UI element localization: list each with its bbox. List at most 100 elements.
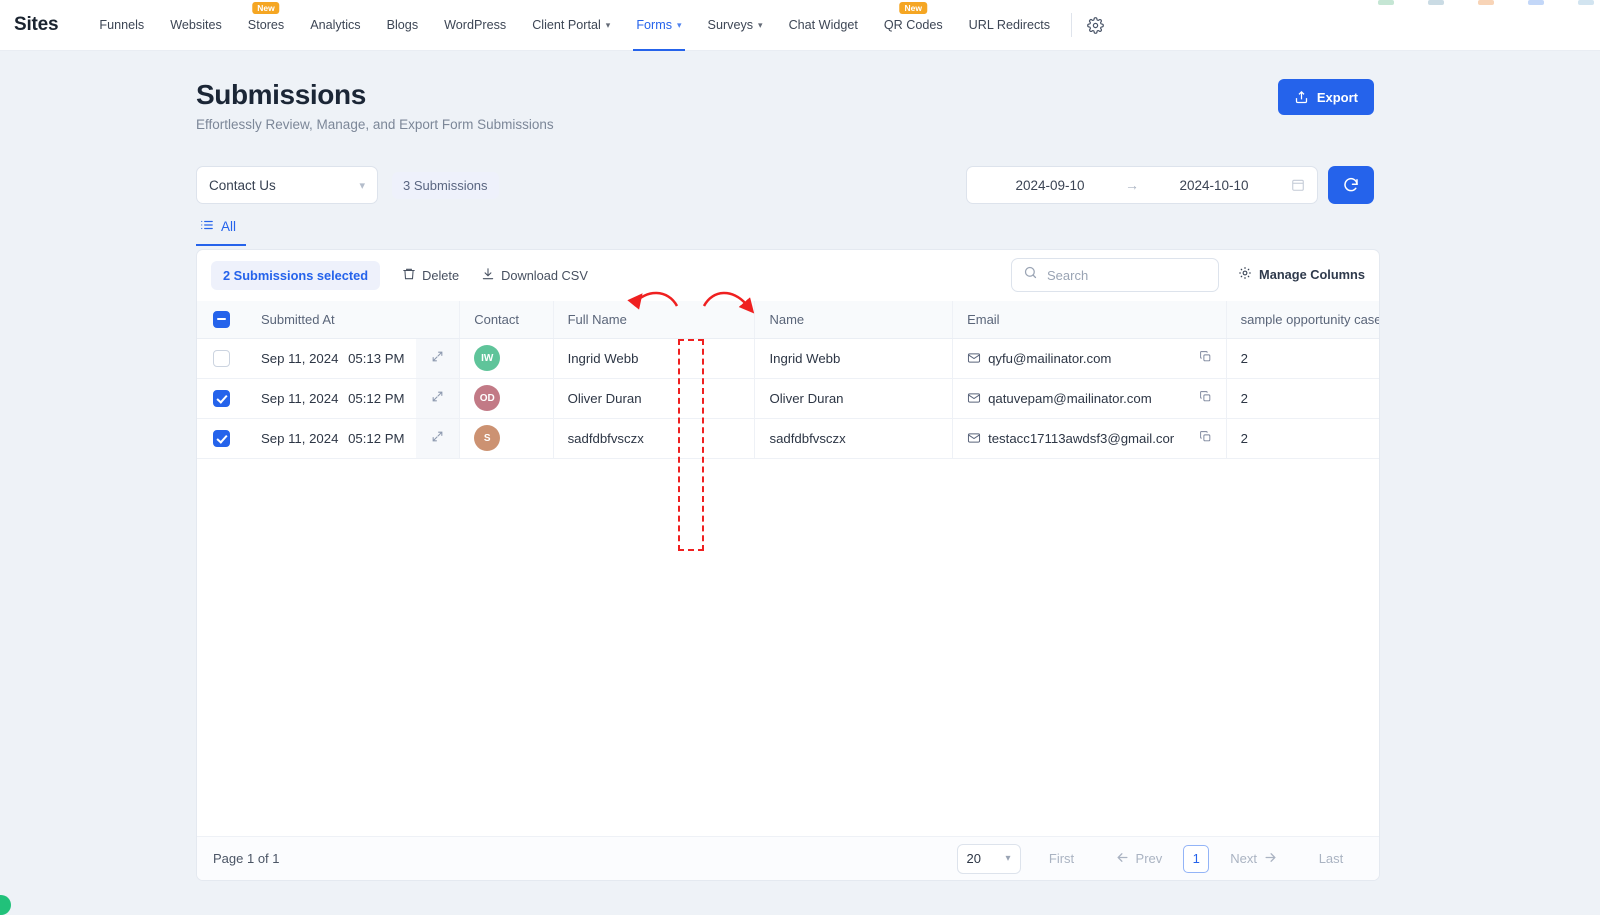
- manage-columns-button[interactable]: Manage Columns: [1238, 266, 1365, 283]
- avatar-initials: OD: [479, 392, 495, 404]
- table-row[interactable]: Sep 11, 2024 05:13 PM IW Ingrid Webb Ing…: [197, 338, 1379, 379]
- prev-page-button[interactable]: Prev: [1103, 844, 1175, 874]
- cell-sample-opportunity-case: 2: [1226, 418, 1379, 459]
- export-button[interactable]: Export: [1277, 79, 1374, 115]
- date-from-value[interactable]: 2024-09-10: [979, 178, 1121, 193]
- submissions-table: Submitted At Contact Full Name Name Emai…: [197, 301, 1379, 459]
- first-page-button[interactable]: First: [1030, 844, 1094, 874]
- expand-icon[interactable]: [431, 390, 444, 406]
- avatar[interactable]: S: [474, 425, 501, 451]
- avatar[interactable]: OD: [474, 385, 501, 411]
- search-input[interactable]: [1047, 267, 1207, 283]
- copy-icon[interactable]: [1199, 350, 1212, 366]
- nav-item-url-redirects[interactable]: URL Redirects: [956, 0, 1063, 51]
- submission-count-badge: 3 Submissions: [392, 172, 499, 199]
- cell-full-name: sadfdbfvsczx: [553, 418, 756, 459]
- download-csv-button[interactable]: Download CSV: [481, 267, 588, 284]
- search-icon: [1023, 265, 1038, 285]
- ghost-icon-1: [1378, 0, 1394, 5]
- col-email[interactable]: Email: [952, 301, 1227, 339]
- search-box[interactable]: [1011, 258, 1219, 292]
- email-text: qatuvepam@mailinator.com: [988, 390, 1152, 406]
- col-contact[interactable]: Contact: [459, 301, 554, 339]
- arrow-right-icon: [1263, 850, 1278, 868]
- nav-item-client-portal[interactable]: Client Portal ▾: [519, 0, 623, 51]
- trash-icon: [402, 267, 416, 284]
- table-row[interactable]: Sep 11, 2024 05:12 PM: [197, 378, 1379, 419]
- expand-icon[interactable]: [431, 350, 444, 366]
- new-badge: New: [899, 1, 928, 15]
- nav-item-stores[interactable]: New Stores: [235, 0, 297, 51]
- nav-item-blogs[interactable]: Blogs: [374, 0, 432, 51]
- nav-label: Analytics: [310, 18, 361, 32]
- date-range-picker[interactable]: 2024-09-10 → 2024-10-10: [966, 166, 1318, 204]
- nav-label: Blogs: [386, 18, 419, 32]
- form-select-dropdown[interactable]: Contact Us ▾: [196, 166, 378, 204]
- settings-gear-icon: [1238, 266, 1252, 283]
- nav-item-qr-codes[interactable]: New QR Codes: [871, 0, 956, 51]
- rows-per-page-select[interactable]: 20 ▾: [956, 843, 1021, 874]
- nav-label: Chat Widget: [788, 18, 858, 32]
- page-body: Submissions Effortlessly Review, Manage,…: [0, 51, 1600, 915]
- new-badge: New: [252, 1, 280, 15]
- date-to-value[interactable]: 2024-10-10: [1143, 178, 1285, 193]
- cell-email: testacc17113awdsf3@gmail.cor: [952, 418, 1227, 459]
- nav-label: URL Redirects: [968, 18, 1051, 32]
- ghost-icon-4: [1528, 0, 1544, 5]
- form-select-value: Contact Us: [209, 177, 276, 193]
- nav-label: Forms: [636, 18, 673, 32]
- delete-button[interactable]: Delete: [402, 267, 459, 284]
- nav-item-analytics[interactable]: Analytics: [297, 0, 373, 51]
- row-expand-cell[interactable]: [416, 338, 461, 379]
- nav-divider: [1071, 13, 1073, 37]
- refresh-button[interactable]: [1328, 166, 1374, 204]
- prev-label: Prev: [1135, 851, 1163, 866]
- page-number-1[interactable]: 1: [1183, 844, 1210, 873]
- col-submitted-at[interactable]: Submitted At: [246, 301, 417, 339]
- avatar[interactable]: IW: [474, 345, 501, 371]
- row-select-cell: [197, 378, 247, 419]
- copy-icon[interactable]: [1199, 430, 1212, 446]
- table-row[interactable]: Sep 11, 2024 05:12 PM: [197, 418, 1379, 459]
- export-button-label: Export: [1316, 89, 1358, 105]
- table-scroll-region[interactable]: Submitted At Contact Full Name Name Emai…: [197, 301, 1379, 836]
- row-expand-cell[interactable]: [416, 378, 461, 419]
- nav-item-chat-widget[interactable]: Chat Widget: [776, 0, 871, 51]
- avatar-initials: S: [483, 432, 491, 444]
- submissions-card: 2 Submissions selected Delete Download C…: [196, 249, 1380, 881]
- gear-icon[interactable]: [1082, 12, 1108, 38]
- nav-item-surveys[interactable]: Surveys ▾: [695, 0, 776, 51]
- last-page-button[interactable]: Last: [1299, 844, 1363, 874]
- email-text: qyfu@mailinator.com: [988, 350, 1112, 366]
- nav-label: Funnels: [99, 18, 145, 32]
- tab-all[interactable]: All: [196, 218, 247, 246]
- col-name[interactable]: Name: [754, 301, 954, 339]
- col-sample-opportunity-case[interactable]: sample opportunity case: [1226, 301, 1379, 339]
- status-dot-indicator[interactable]: [0, 895, 11, 915]
- cell-submitted-at: Sep 11, 2024 05:12 PM: [246, 378, 417, 419]
- chevron-down-icon: ▾: [605, 19, 611, 30]
- nav-item-websites[interactable]: Websites: [157, 0, 235, 51]
- row-checkbox[interactable]: [213, 429, 230, 447]
- selected-count-badge[interactable]: 2 Submissions selected: [211, 261, 381, 290]
- cell-full-name: Oliver Duran: [553, 378, 756, 419]
- row-expand-cell[interactable]: [416, 418, 461, 459]
- chevron-down-icon: ▾: [359, 179, 365, 192]
- nav-item-wordpress[interactable]: WordPress: [431, 0, 519, 51]
- calendar-icon: [1291, 178, 1305, 192]
- row-checkbox[interactable]: [213, 389, 230, 407]
- next-page-button[interactable]: Next: [1218, 844, 1290, 874]
- app-brand-sites[interactable]: Sites: [14, 14, 59, 36]
- nav-item-funnels[interactable]: Funnels: [86, 0, 157, 51]
- row-checkbox[interactable]: [213, 349, 230, 367]
- select-all-checkbox[interactable]: [213, 310, 230, 328]
- cell-contact: OD: [459, 378, 554, 419]
- envelope-icon: [967, 391, 981, 405]
- cell-sample-opportunity-case: 2: [1226, 378, 1379, 419]
- cell-contact: S: [459, 418, 554, 459]
- nav-item-forms[interactable]: Forms ▾: [623, 0, 694, 51]
- expand-icon[interactable]: [431, 430, 444, 446]
- col-full-name[interactable]: Full Name: [553, 301, 756, 339]
- ghost-icon-5: [1578, 0, 1594, 5]
- copy-icon[interactable]: [1199, 390, 1212, 406]
